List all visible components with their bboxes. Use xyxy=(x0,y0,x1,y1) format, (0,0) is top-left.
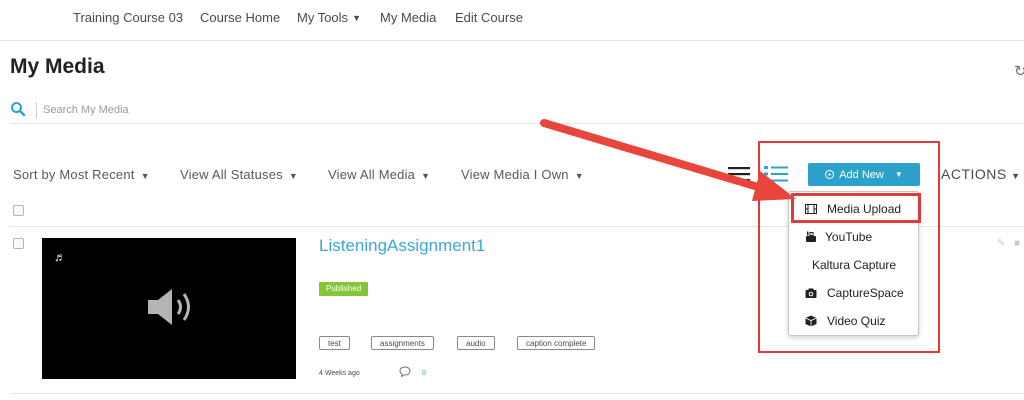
nav-course-name[interactable]: Training Course 03 xyxy=(73,10,183,25)
page-title: My Media xyxy=(10,55,105,78)
page: Training Course 03 Course Home My Tools ▼… xyxy=(0,0,1024,400)
nav-my-media[interactable]: My Media xyxy=(380,10,436,25)
search-input[interactable] xyxy=(43,101,443,119)
select-all-checkbox[interactable] xyxy=(13,205,24,216)
edit-pencil-icon[interactable]: ✎ xyxy=(997,238,1005,249)
actions-dropdown[interactable]: ACTIONS ▼ xyxy=(941,166,1021,182)
sort-filter-label: Sort by Most Recent xyxy=(13,167,135,182)
tag-caption-complete[interactable]: caption complete xyxy=(517,336,596,350)
refresh-icon[interactable]: ↻ xyxy=(1014,62,1024,80)
search-icon[interactable] xyxy=(10,101,26,117)
media-thumbnail[interactable]: ♬ xyxy=(42,238,296,379)
status-filter-label: View All Statuses xyxy=(180,167,283,182)
chevron-down-icon: ▼ xyxy=(288,171,298,181)
owner-filter-label: View Media I Own xyxy=(461,167,569,182)
status-filter[interactable]: View All Statuses ▼ xyxy=(180,167,298,182)
nav-my-tools-label: My Tools xyxy=(297,10,349,25)
status-badge: Published xyxy=(319,282,369,296)
trash-icon[interactable]: ■ xyxy=(1014,238,1020,249)
annotation-highlight-box xyxy=(758,141,940,353)
chevron-down-icon: ▼ xyxy=(421,171,431,181)
owner-filter[interactable]: View Media I Own ▼ xyxy=(461,167,584,182)
entry-timestamp: 4 Weeks ago xyxy=(319,370,360,377)
media-type-filter-label: View All Media xyxy=(328,167,416,182)
nav-course-home[interactable]: Course Home xyxy=(200,10,280,25)
nav-my-tools[interactable]: My Tools ▼ xyxy=(297,10,361,25)
list-view-icon[interactable] xyxy=(728,165,750,183)
chevron-down-icon: ▼ xyxy=(574,171,584,181)
annotation-media-upload-box xyxy=(791,193,921,223)
media-title-link[interactable]: ListeningAssignment1 xyxy=(319,236,485,256)
search-divider xyxy=(36,102,37,118)
list-divider xyxy=(10,393,1024,394)
nav-edit-course[interactable]: Edit Course xyxy=(455,10,523,25)
entry-checkbox[interactable] xyxy=(13,238,24,249)
tag-assignments[interactable]: assignments xyxy=(371,336,434,350)
comment-count[interactable]: 0 xyxy=(422,370,426,377)
speaker-icon xyxy=(148,289,190,325)
search-bar xyxy=(10,101,1024,124)
course-navbar: Training Course 03 Course Home My Tools ▼… xyxy=(0,0,1024,41)
media-type-filter[interactable]: View All Media ▼ xyxy=(328,167,430,182)
comment-icon[interactable] xyxy=(399,366,411,377)
sort-filter[interactable]: Sort by Most Recent ▼ xyxy=(13,167,150,182)
chevron-down-icon: ▼ xyxy=(140,171,150,181)
chevron-down-icon: ▼ xyxy=(1011,171,1021,181)
tag-audio[interactable]: audio xyxy=(457,336,495,350)
chevron-down-icon: ▼ xyxy=(352,13,361,23)
actions-label: ACTIONS xyxy=(941,166,1007,182)
tag-test[interactable]: test xyxy=(319,336,350,350)
music-note-icon: ♬ xyxy=(54,250,66,264)
